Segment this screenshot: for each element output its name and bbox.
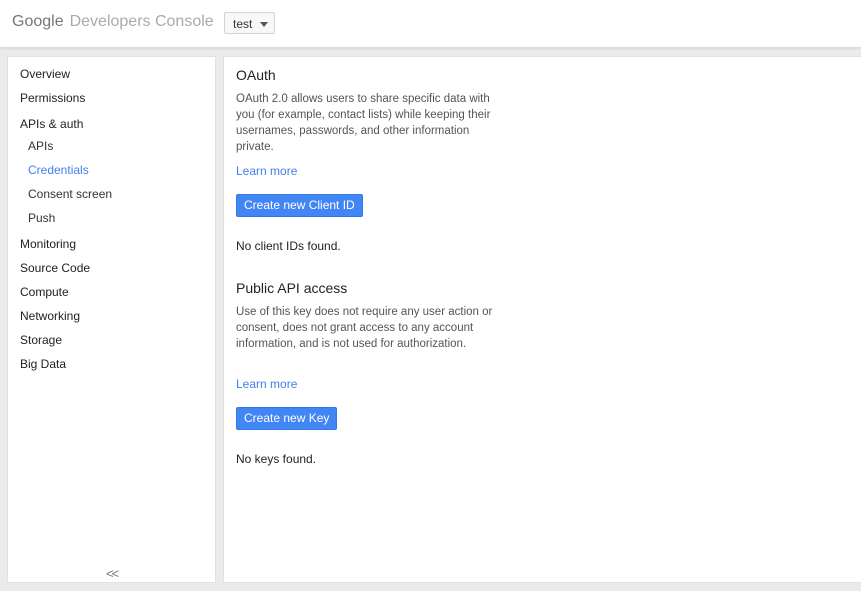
- public-api-status: No keys found.: [236, 452, 317, 466]
- public-api-title: Public API access: [236, 280, 348, 296]
- top-bar: Google Developers Console test: [0, 0, 861, 48]
- brand-google: Google: [12, 13, 64, 30]
- project-name: test: [233, 17, 253, 31]
- sidebar-item-big-data[interactable]: Big Data: [20, 357, 66, 371]
- sidebar-item-monitoring[interactable]: Monitoring: [20, 237, 76, 251]
- create-key-button[interactable]: Create new Key: [236, 407, 338, 430]
- sidebar-item-networking[interactable]: Networking: [20, 309, 80, 323]
- main-content: OAuth OAuth 2.0 allows users to share sp…: [223, 56, 861, 583]
- sidebar-item-storage[interactable]: Storage: [20, 333, 62, 347]
- brand-logo[interactable]: Google Developers Console: [12, 13, 214, 31]
- oauth-description: OAuth 2.0 allows users to share specific…: [236, 93, 491, 153]
- sidebar-item-compute[interactable]: Compute: [20, 285, 69, 299]
- sidebar-item-consent-screen[interactable]: Consent screen: [28, 187, 112, 201]
- oauth-learn-more-link[interactable]: Learn more: [236, 164, 297, 178]
- create-client-id-button[interactable]: Create new Client ID: [236, 194, 363, 217]
- oauth-title: OAuth: [236, 67, 276, 83]
- project-selector[interactable]: test: [224, 12, 275, 34]
- sidebar-item-permissions[interactable]: Permissions: [20, 91, 85, 105]
- oauth-status: No client IDs found.: [236, 239, 341, 253]
- sidebar-nav: Overview Permissions APIs & auth APIs Cr…: [7, 56, 216, 583]
- public-api-description: Use of this key does not require any use…: [236, 306, 493, 350]
- brand-console: Developers Console: [69, 13, 214, 30]
- sidebar-item-credentials[interactable]: Credentials: [28, 163, 89, 177]
- dropdown-caret-icon: [260, 22, 268, 27]
- collapse-sidebar-icon[interactable]: <<: [106, 566, 119, 581]
- sidebar-item-apis-auth[interactable]: APIs & auth: [20, 117, 83, 131]
- sidebar-item-overview[interactable]: Overview: [20, 67, 70, 81]
- sidebar-item-push[interactable]: Push: [28, 211, 55, 225]
- public-api-learn-more-link[interactable]: Learn more: [236, 377, 297, 391]
- sidebar-item-apis[interactable]: APIs: [28, 139, 53, 153]
- sidebar-item-source-code[interactable]: Source Code: [20, 261, 90, 275]
